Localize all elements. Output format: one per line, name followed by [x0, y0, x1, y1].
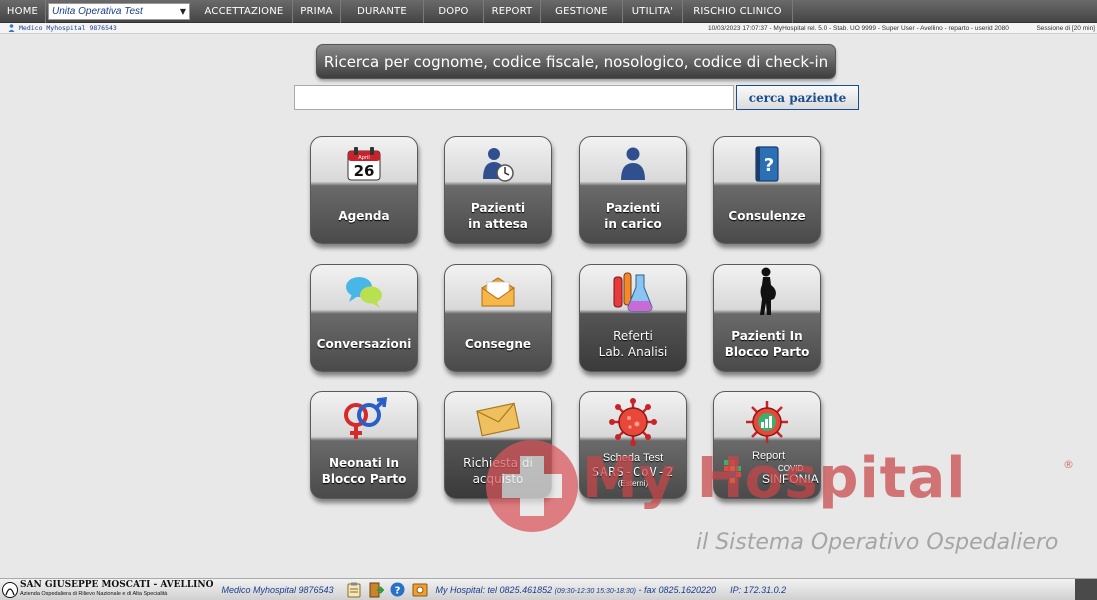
tile-label: Conversazioni: [316, 337, 412, 351]
envelope-icon: [445, 392, 551, 446]
tile-conversazioni[interactable]: Conversazioni: [310, 264, 418, 372]
help-book-icon: ?: [714, 137, 820, 191]
tile-label: Referti Lab. Analisi: [598, 329, 668, 359]
tile-label-group: Scheda Test SARS-CoV-2 (Esterni): [592, 452, 674, 490]
virus-chart-icon: [714, 392, 820, 452]
status-bar: Medico Myhospital 9876543 10/03/2023 17:…: [0, 23, 1097, 34]
tile-report-covid-sinfonia[interactable]: Report COVID SINFONIA: [713, 391, 821, 499]
session-timer: Sessione di [20 min]: [1036, 24, 1095, 32]
nav-report[interactable]: REPORT: [484, 0, 541, 23]
settings-icon[interactable]: [412, 582, 428, 598]
tile-label: Neonati In Blocco Parto: [321, 456, 407, 486]
tile-label: Consulenze: [728, 209, 806, 223]
tile-pazienti-blocco-parto[interactable]: Pazienti In Blocco Parto: [713, 264, 821, 372]
nav-gestione[interactable]: GESTIONE: [541, 0, 623, 23]
calendar-date: 26: [354, 162, 375, 180]
waiting-patient-icon: [445, 137, 551, 191]
tile-label: Consegne: [464, 337, 532, 351]
unit-select-value: Unita Operativa Test: [52, 5, 143, 17]
hospital-name: SAN GIUSEPPE MOSCATI - AVELLINO Azienda …: [20, 579, 214, 599]
tile-label: Agenda: [338, 209, 390, 223]
chevron-down-icon: ▼: [179, 6, 186, 16]
status-user-name: Medico Myhospital 9876543: [19, 24, 117, 32]
status-user: Medico Myhospital 9876543: [8, 24, 117, 32]
tile-sublabel: SARS-CoV-2: [591, 465, 675, 479]
tile-scheda-test-sars-cov-2[interactable]: Scheda Test SARS-CoV-2 (Esterni): [579, 391, 687, 499]
top-navbar: HOME Unita Operativa Test ▼ ACCETTAZIONE…: [0, 0, 1097, 23]
hospital-emblem-icon: [2, 581, 18, 598]
tile-note: (Esterni): [617, 479, 649, 488]
sinfonia-logo-icon: [724, 460, 741, 483]
search-title: Ricerca per cognome, codice fiscale, nos…: [316, 44, 836, 79]
virus-icon: [580, 392, 686, 452]
calendar-icon: April 26: [311, 137, 417, 191]
search-input[interactable]: [294, 85, 734, 110]
tile-label: Report: [752, 450, 786, 462]
pregnant-woman-icon: [714, 265, 820, 319]
status-info: 10/03/2023 17:07:37 - MyHospital rel. 5.…: [708, 24, 1009, 32]
footer-contact: My Hospital: tel 0825.461852 (09:30-12:3…: [436, 585, 717, 595]
svg-text:?: ?: [395, 586, 401, 597]
patient-icon: [580, 137, 686, 191]
user-icon: [8, 24, 15, 32]
footer-icons: ?: [346, 582, 428, 598]
clipboard-icon[interactable]: [346, 582, 362, 598]
watermark-registered: ®: [1063, 458, 1074, 471]
tile-label: Pazienti in carico: [604, 201, 662, 231]
search-patient-button[interactable]: cerca paziente: [736, 85, 859, 110]
tile-label: Pazienti in attesa: [468, 201, 528, 231]
svg-text:?: ?: [764, 155, 774, 176]
hospital-name-main: SAN GIUSEPPE MOSCATI - AVELLINO: [20, 579, 214, 590]
contact-phone: My Hospital: tel 0825.461852: [435, 584, 553, 595]
footer-user: Medico Myhospital 9876543: [221, 584, 334, 595]
footer-corner: [1075, 579, 1097, 600]
hospital-logo: SAN GIUSEPPE MOSCATI - AVELLINO Azienda …: [2, 579, 214, 599]
nav-utilita[interactable]: UTILITA': [623, 0, 683, 23]
lab-flasks-icon: [580, 265, 686, 319]
footer-bar: SAN GIUSEPPE MOSCATI - AVELLINO Azienda …: [0, 578, 1097, 600]
nav-accettazione[interactable]: ACCETTAZIONE: [196, 0, 293, 23]
chat-bubbles-icon: [311, 265, 417, 319]
hospital-name-sub: Azienda Ospedaliera di Rilievo Nazionale…: [20, 590, 168, 597]
tile-pazienti-in-attesa[interactable]: Pazienti in attesa: [444, 136, 552, 244]
contact-fax: - fax 0825.1620220: [638, 584, 717, 595]
exit-door-icon[interactable]: [368, 582, 384, 598]
calendar-month: April: [358, 155, 369, 161]
contact-hours: (09:30-12:30 15:30-18:30): [554, 587, 636, 595]
tile-richiesta-acquisto[interactable]: Richiesta di acquisto: [444, 391, 552, 499]
envelope-open-icon: [445, 265, 551, 319]
tile-pazienti-in-carico[interactable]: Pazienti in carico: [579, 136, 687, 244]
tile-referti-lab-analisi[interactable]: Referti Lab. Analisi: [579, 264, 687, 372]
nav-home[interactable]: HOME: [0, 0, 46, 23]
unit-select[interactable]: Unita Operativa Test ▼: [48, 2, 190, 20]
tile-brand: SINFONIA: [762, 472, 819, 486]
footer-ip: IP: 172.31.0.2: [730, 584, 787, 595]
nav-dopo[interactable]: DOPO: [424, 0, 484, 23]
tile-agenda[interactable]: April 26 Agenda: [310, 136, 418, 244]
tile-neonati-blocco-parto[interactable]: Neonati In Blocco Parto: [310, 391, 418, 499]
tile-label: Scheda Test: [602, 452, 664, 464]
nav-durante[interactable]: DURANTE: [341, 0, 424, 23]
tile-label: Richiesta di acquisto: [463, 456, 533, 486]
tile-consulenze[interactable]: ? Consulenze: [713, 136, 821, 244]
tile-consegne[interactable]: Consegne: [444, 264, 552, 372]
help-icon[interactable]: ?: [390, 582, 406, 598]
nav-prima[interactable]: PRIMA: [293, 0, 341, 23]
watermark-subtitle: il Sistema Operativo Ospedaliero: [696, 530, 1059, 555]
tile-label: Pazienti In Blocco Parto: [724, 329, 810, 359]
nav-rischio-clinico[interactable]: RISCHIO CLINICO: [683, 0, 793, 23]
gender-symbols-icon: [311, 392, 417, 446]
tile-label-group: Report COVID SINFONIA: [714, 450, 820, 492]
